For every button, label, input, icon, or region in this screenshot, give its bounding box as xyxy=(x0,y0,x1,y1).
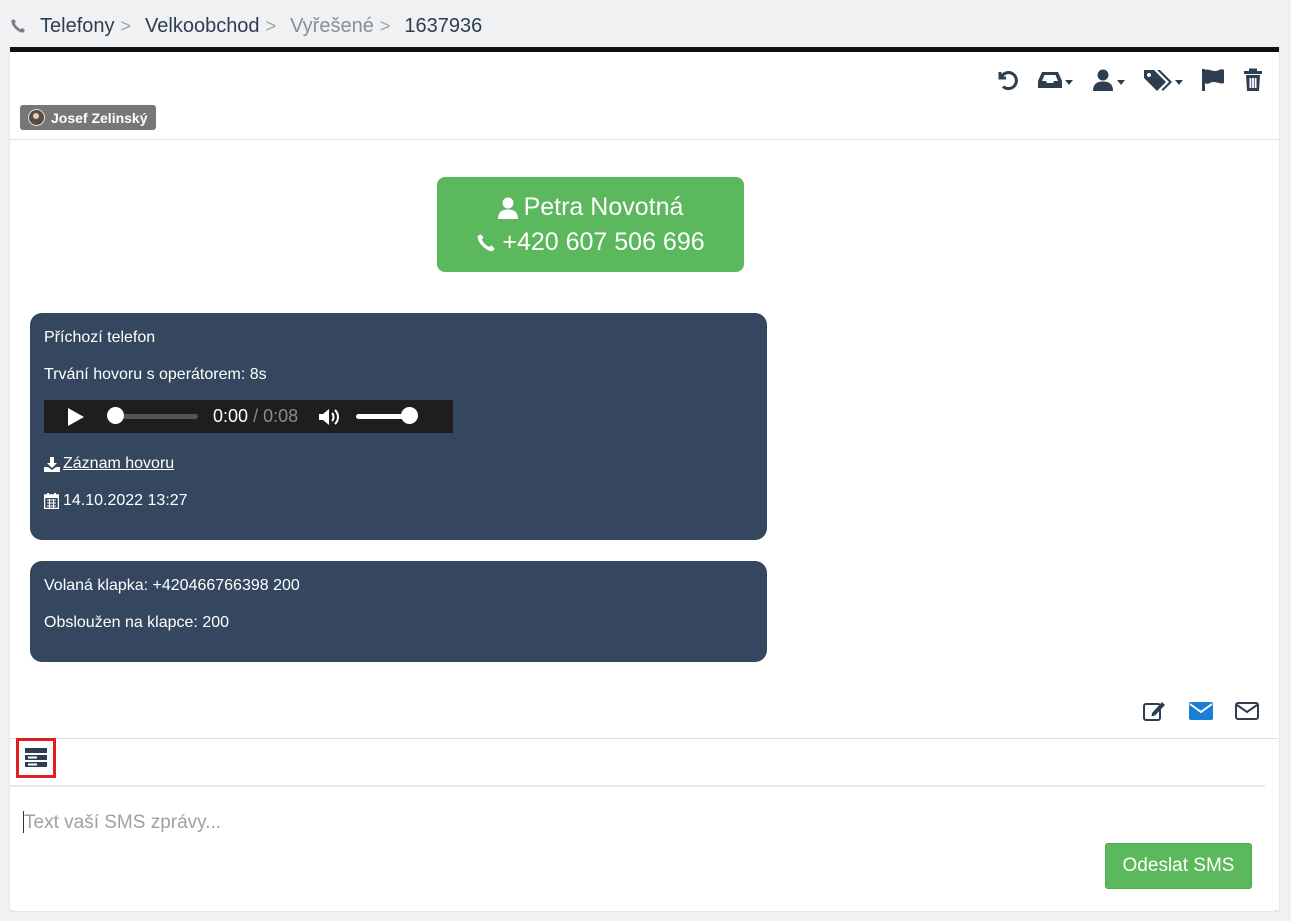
edit-icon xyxy=(1143,702,1165,721)
envelope-filled-icon xyxy=(1189,702,1213,720)
calendar-icon xyxy=(44,493,59,509)
play-icon[interactable] xyxy=(68,407,84,426)
templates-button[interactable] xyxy=(16,738,56,778)
audio-player: 0:00 / 0:08 xyxy=(44,400,453,433)
ticket-toolbar xyxy=(977,66,1263,94)
phone-icon xyxy=(477,233,496,251)
avatar xyxy=(28,109,45,126)
current-time: 0:00 xyxy=(213,406,249,426)
volume-handle[interactable] xyxy=(401,407,419,424)
inbox-icon xyxy=(1038,72,1062,88)
send-sms-button[interactable]: Odeslat SMS xyxy=(1105,843,1252,889)
date-row: 14.10.2022 13:27 xyxy=(44,492,188,510)
sms-button[interactable] xyxy=(1235,702,1259,720)
tags-icon xyxy=(1144,70,1172,91)
phone-icon xyxy=(11,19,25,33)
time-separator: / xyxy=(253,406,259,426)
recording-link[interactable]: Záznam hovoru xyxy=(63,455,174,473)
served-extension: Obsloužen na klapce: 200 xyxy=(44,614,230,631)
email-button[interactable] xyxy=(1189,702,1213,720)
note-button[interactable] xyxy=(1143,700,1167,722)
templates-icon xyxy=(25,748,47,767)
flag-icon xyxy=(1202,69,1224,91)
breadcrumb-separator: > xyxy=(379,15,391,36)
assign-user-dropdown[interactable] xyxy=(1091,66,1125,94)
user-icon xyxy=(497,197,518,219)
download-icon xyxy=(44,456,60,472)
contact-card: Petra Novotná +420 607 506 696 xyxy=(437,177,744,272)
undo-icon xyxy=(998,71,1018,91)
sms-composer: Odeslat SMS xyxy=(10,738,1278,911)
contact-phone: +420 607 506 696 xyxy=(502,228,705,256)
envelope-icon xyxy=(1235,702,1259,720)
breadcrumb-separator: > xyxy=(265,15,277,36)
call-message: Příchozí telefon Trvání hovoru s operáto… xyxy=(30,313,767,540)
message-title: Příchozí telefon xyxy=(44,329,156,346)
breadcrumb-telefony[interactable]: Telefony xyxy=(40,15,115,38)
breadcrumb-ticket-id: 1637936 xyxy=(404,14,483,37)
trash-icon xyxy=(1244,68,1262,91)
sms-text-input[interactable] xyxy=(22,809,1026,837)
tags-dropdown[interactable] xyxy=(1143,66,1183,94)
called-extension: Volaná klapka: +420466766398 200 xyxy=(44,577,300,594)
seek-bar[interactable] xyxy=(107,407,198,424)
ticket-panel: Josef Zelinský Petra Novotná +420 607 50… xyxy=(10,47,1279,911)
volume-icon[interactable] xyxy=(318,407,342,427)
seek-handle[interactable] xyxy=(107,407,124,424)
breadcrumb-separator: > xyxy=(120,15,132,36)
user-icon xyxy=(1093,69,1113,91)
flag-button[interactable] xyxy=(1201,66,1225,94)
extension-message: Volaná klapka: +420466766398 200 Obslouž… xyxy=(30,561,767,662)
agent-name: Josef Zelinský xyxy=(51,109,148,126)
agent-badge: Josef Zelinský xyxy=(20,105,156,130)
compose-mode-switch xyxy=(1121,700,1259,722)
total-time: 0:08 xyxy=(263,406,299,426)
move-to-inbox-dropdown[interactable] xyxy=(1037,66,1073,94)
message-date: 14.10.2022 13:27 xyxy=(63,492,188,509)
text-cursor xyxy=(23,811,24,833)
reopen-button[interactable] xyxy=(995,66,1019,94)
breadcrumb: Telefony > Velkoobchod > Vyřešené > 1637… xyxy=(10,12,482,40)
contact-phone-row: +420 607 506 696 xyxy=(437,225,744,260)
volume-slider[interactable] xyxy=(356,407,419,424)
chevron-down-icon xyxy=(1065,79,1073,85)
composer-toolbar xyxy=(10,738,1265,787)
chevron-down-icon xyxy=(1175,79,1183,85)
delete-button[interactable] xyxy=(1243,66,1263,94)
call-duration: Trvání hovoru s operátorem: 8s xyxy=(44,366,267,383)
breadcrumb-velkoobchod[interactable]: Velkoobchod xyxy=(145,15,260,38)
divider xyxy=(10,139,1279,140)
contact-name: Petra Novotná xyxy=(523,193,684,221)
playback-time: 0:00 / 0:08 xyxy=(213,406,298,427)
breadcrumb-vyresene[interactable]: Vyřešené xyxy=(290,15,374,38)
chevron-down-icon xyxy=(1117,79,1125,85)
contact-name-row: Petra Novotná xyxy=(437,190,744,225)
recording-row: Záznam hovoru xyxy=(44,455,174,473)
